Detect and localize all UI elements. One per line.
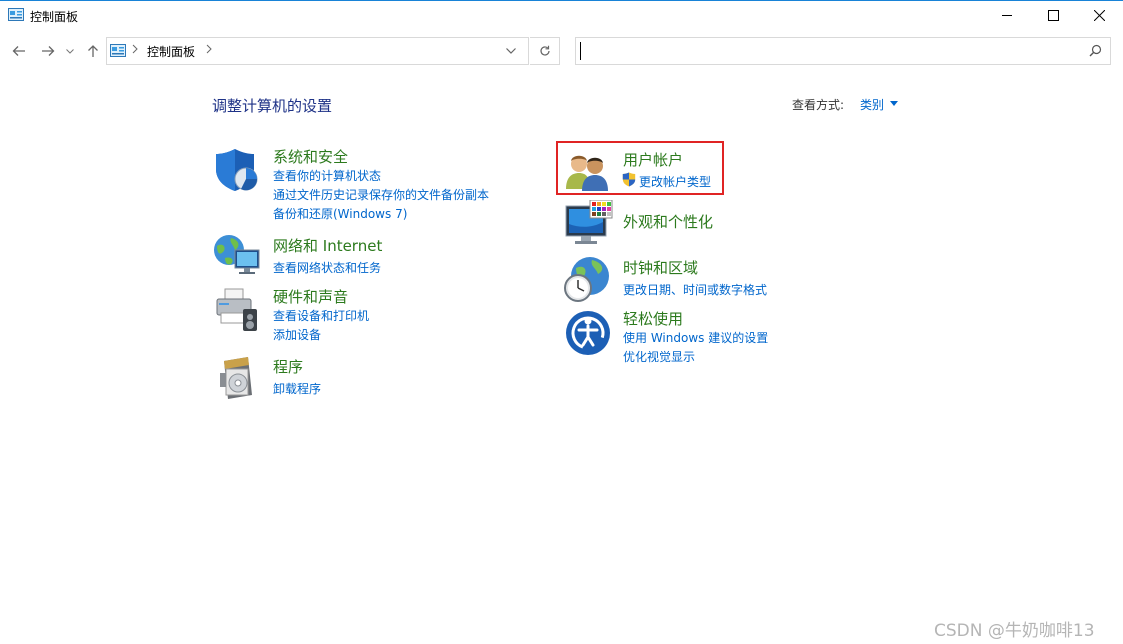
link-add-device[interactable]: 添加设备 [273,326,321,343]
up-button[interactable] [83,40,103,62]
category-user-accounts[interactable]: 用户帐户 [623,149,683,170]
link-view-computer-status[interactable]: 查看你的计算机状态 [273,167,381,184]
caret-down-icon[interactable] [890,101,898,106]
clock-globe-icon[interactable] [562,256,612,304]
search-icon[interactable] [1089,44,1102,57]
minimize-button[interactable] [984,0,1030,30]
link-devices-printers[interactable]: 查看设备和打印机 [273,307,369,324]
maximize-button[interactable] [1030,0,1076,30]
category-network-internet[interactable]: 网络和 Internet [273,235,382,256]
link-optimize-visual-display[interactable]: 优化视觉显示 [623,348,695,365]
close-icon [1093,9,1105,21]
printer-icon[interactable] [213,287,261,333]
category-system-security[interactable]: 系统和安全 [273,146,348,167]
refresh-button[interactable] [530,37,560,65]
address-dropdown-button[interactable] [506,48,516,54]
network-globe-icon[interactable] [213,234,261,278]
shield-icon[interactable] [213,147,261,193]
view-by-label: 查看方式: [792,98,845,112]
arrow-left-icon [12,45,26,57]
link-backup-restore[interactable]: 备份和还原(Windows 7) [273,205,407,222]
refresh-icon [539,45,551,57]
breadcrumb-chevron-icon[interactable] [206,44,212,54]
text-caret [580,42,581,60]
page-title: 调整计算机的设置 [212,97,333,115]
category-hardware-sound[interactable]: 硬件和声音 [273,286,348,307]
category-appearance-personalization[interactable]: 外观和个性化 [623,211,713,232]
category-clock-region[interactable]: 时钟和区域 [623,257,698,278]
maximize-icon [1047,9,1059,21]
view-by-dropdown[interactable]: 类别 [860,96,884,113]
forward-button[interactable] [38,40,58,62]
link-uninstall-program[interactable]: 卸载程序 [273,380,321,397]
link-change-account-type[interactable]: 更改帐户类型 [639,173,711,190]
watermark: CSDN @牛奶咖啡13 [934,621,1095,641]
link-recommended-settings[interactable]: 使用 Windows 建议的设置 [623,329,768,346]
arrow-up-icon [87,44,99,58]
chevron-down-icon [506,48,516,54]
link-network-status[interactable]: 查看网络状态和任务 [273,259,381,276]
ease-of-access-icon[interactable] [565,310,611,356]
uac-shield-icon [622,172,636,187]
close-button[interactable] [1076,0,1122,30]
recent-locations-button[interactable] [63,40,77,62]
breadcrumb-separator-icon [132,44,138,54]
minimize-icon [1002,10,1012,20]
users-icon[interactable] [564,151,612,191]
title-bar [0,0,1123,31]
breadcrumb-control-panel-icon [110,44,126,57]
link-file-history-backup[interactable]: 通过文件历史记录保存你的文件备份副本 [273,186,489,203]
search-input[interactable] [575,37,1111,65]
window-title: 控制面板 [30,10,79,24]
control-panel-icon [8,8,24,21]
back-button[interactable] [9,40,29,62]
link-change-date-time-format[interactable]: 更改日期、时间或数字格式 [623,281,767,298]
monitor-palette-icon[interactable] [564,200,614,248]
chevron-down-icon [66,48,74,54]
category-programs[interactable]: 程序 [273,356,303,377]
arrow-right-icon [41,45,55,57]
category-ease-of-access[interactable]: 轻松使用 [623,308,683,329]
programs-disc-icon[interactable] [218,355,262,401]
breadcrumb-control-panel[interactable]: 控制面板 [147,43,195,60]
